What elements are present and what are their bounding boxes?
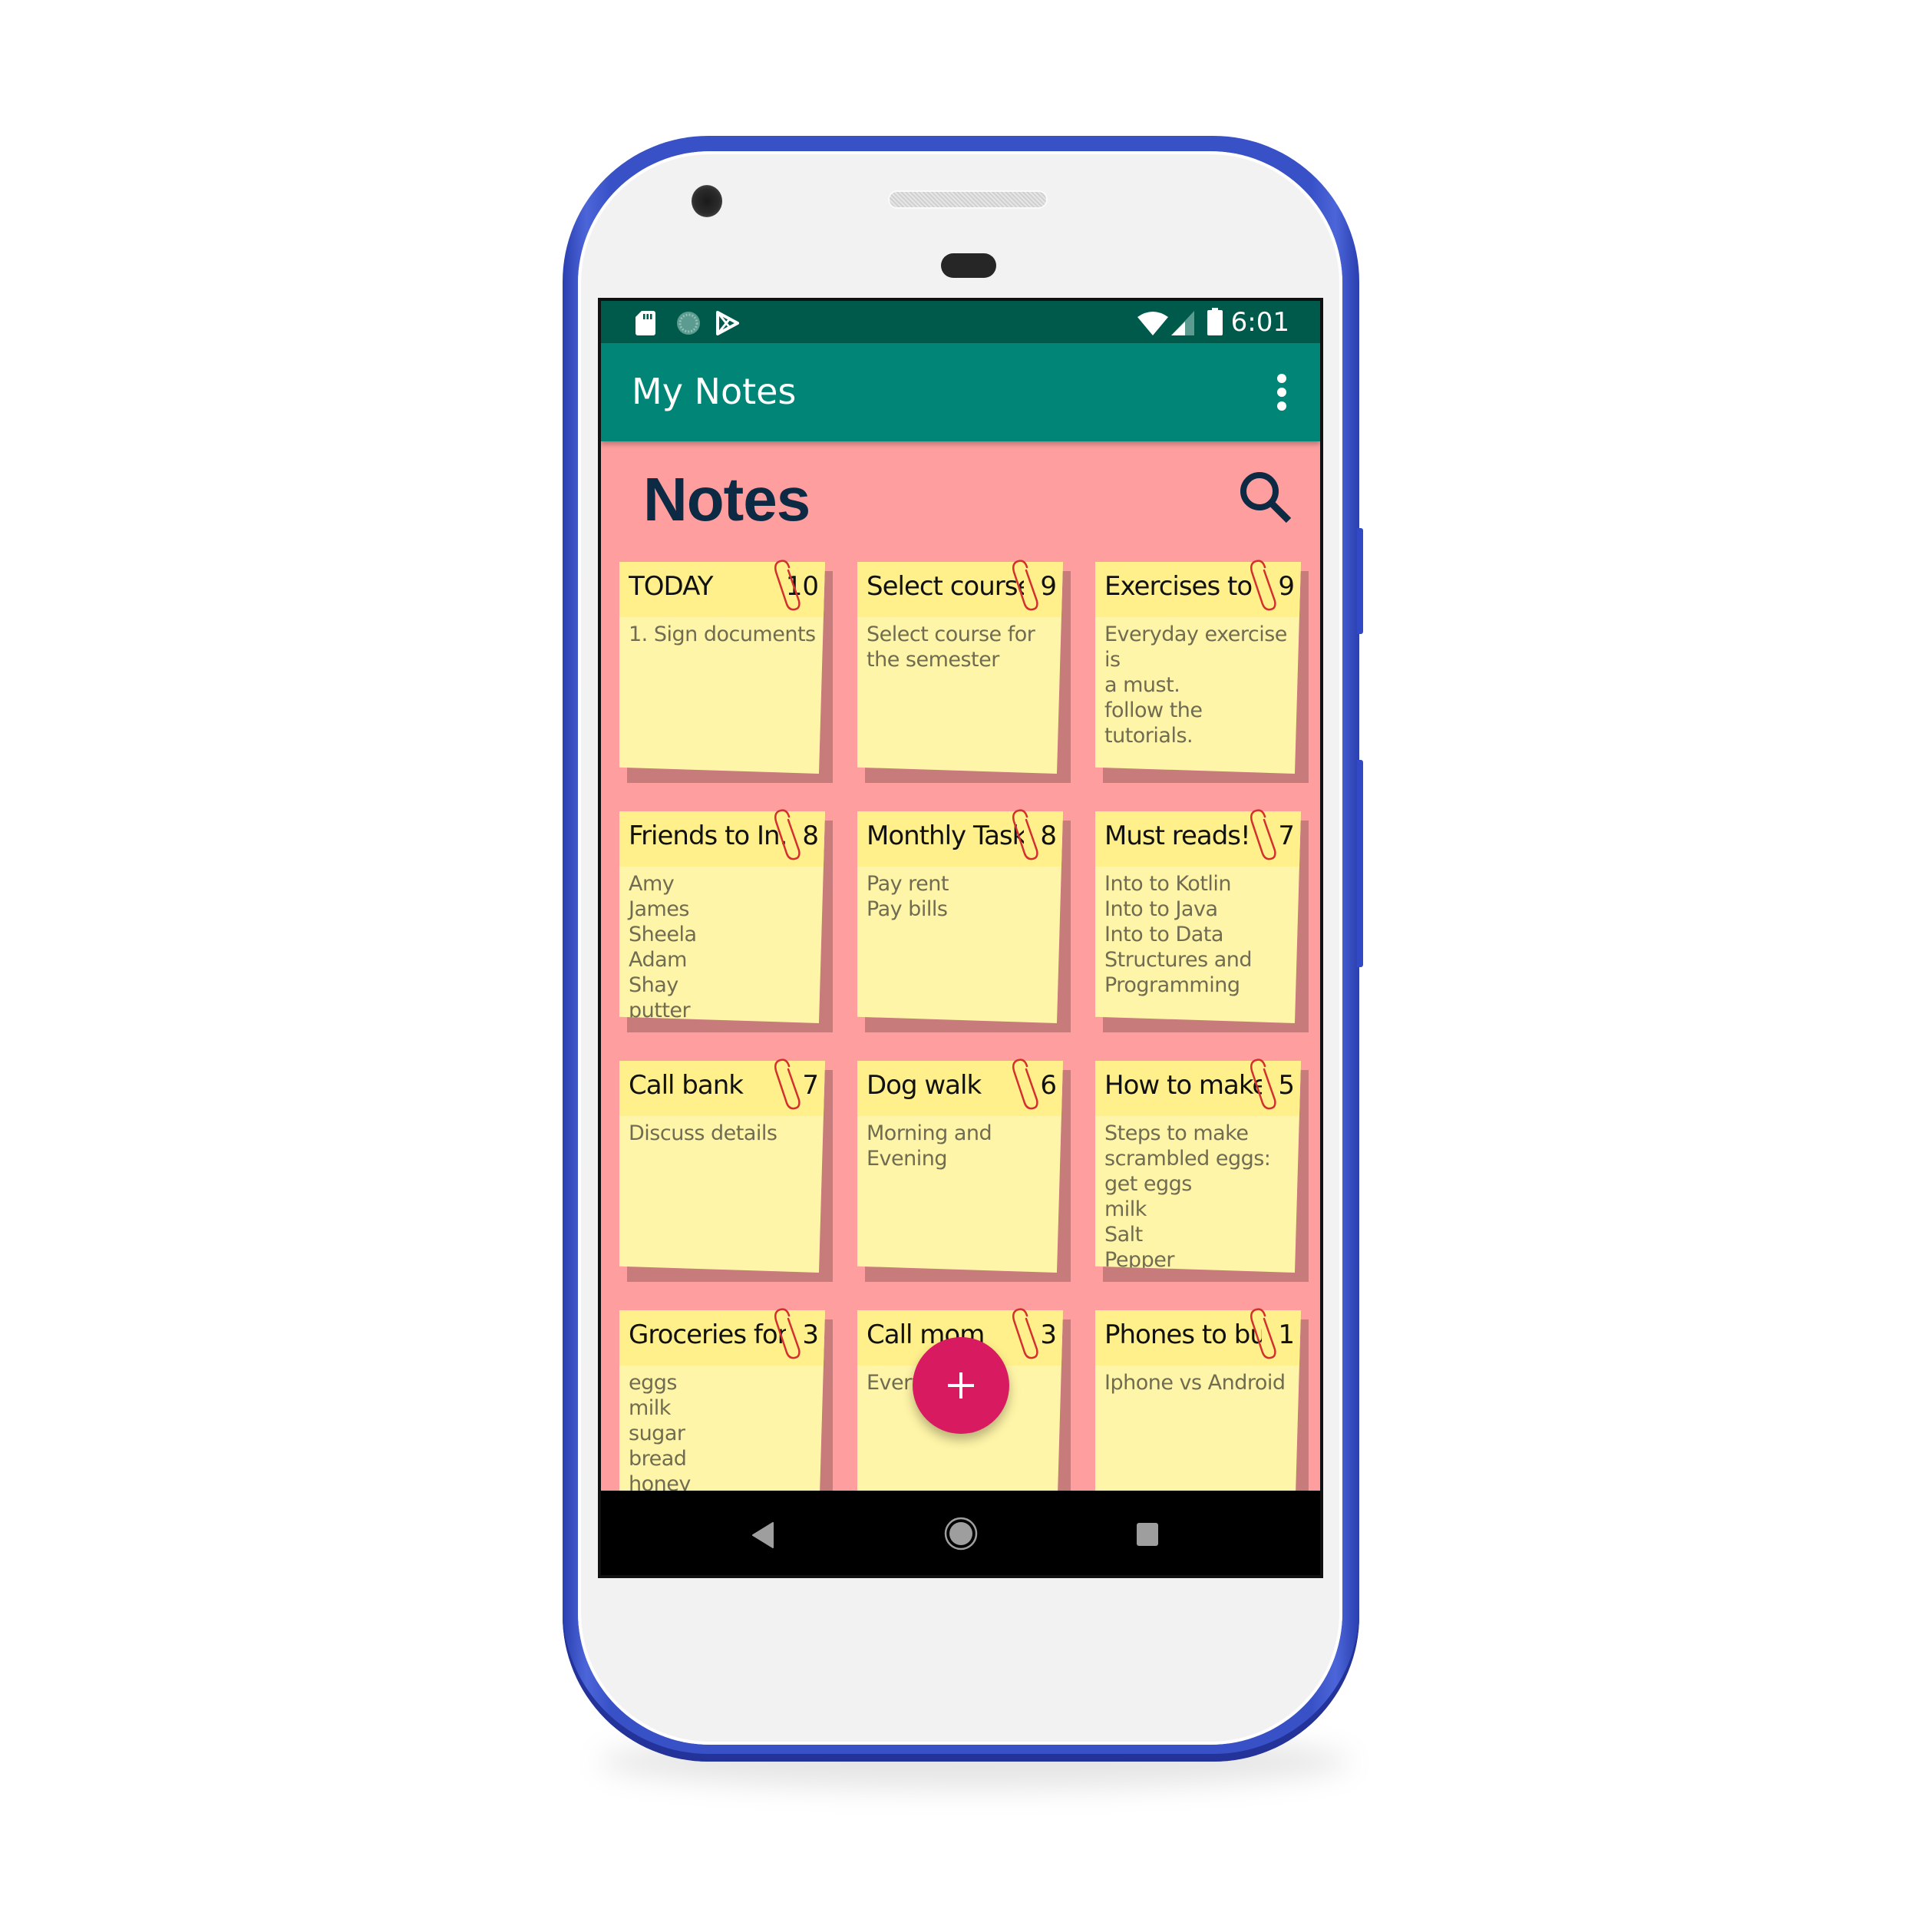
paperclip-icon (774, 1058, 801, 1110)
note-body: Amy James Sheela Adam Shay putter (629, 872, 697, 1022)
paperclip-icon (774, 809, 801, 860)
note-card[interactable]: Select course 9 Select course for the seme… (857, 560, 1071, 783)
note-body: Discuss details (629, 1121, 777, 1145)
note-title: Dog walk (867, 1070, 982, 1101)
note-count: 1 (1278, 1319, 1295, 1350)
note-title: Groceries for... (629, 1319, 786, 1350)
note-count: 8 (802, 821, 819, 851)
note-body: eggs milk sugar bread honey (629, 1371, 691, 1496)
note-count: 6 (1040, 1070, 1057, 1101)
note-card[interactable]: TODAY 10 1. Sign documents (619, 560, 833, 783)
earpiece-speaker (890, 192, 1046, 207)
note-count: 5 (1278, 1070, 1295, 1101)
note-body: Steps to make scrambled eggs: get eggs m… (1104, 1121, 1271, 1272)
note-card[interactable]: Must reads! 7 Into to Kotlin Into to Java … (1095, 809, 1309, 1032)
note-title: How to make... (1104, 1070, 1262, 1101)
note-title: Friends to In... (629, 821, 786, 851)
volume-button (1357, 760, 1363, 967)
home-icon[interactable] (944, 1517, 978, 1551)
note-card[interactable]: Exercises to ... 9 Everyday exercise is a … (1095, 560, 1309, 783)
paperclip-icon (1012, 560, 1038, 611)
note-card[interactable]: Monthly Tasks 8 Pay rent Pay bills (857, 809, 1071, 1032)
note-count: 3 (802, 1319, 819, 1350)
note-card[interactable]: Dog walk 6 Morning and Evening (857, 1058, 1071, 1282)
back-icon[interactable] (751, 1522, 776, 1548)
screen: 6:01 My Notes Notes TODAY 10 1. Sign docum… (601, 301, 1320, 1575)
paperclip-icon (1012, 809, 1038, 860)
note-count: 7 (802, 1070, 819, 1101)
paperclip-icon (774, 1308, 801, 1359)
proximity-sensor (941, 253, 996, 278)
note-title: Monthly Tasks (867, 821, 1024, 851)
note-card[interactable]: Friends to In... 8 Amy James Sheela Adam S… (619, 809, 833, 1032)
app-title: My Notes (632, 371, 797, 412)
note-title: Exercises to ... (1104, 571, 1262, 602)
recents-icon[interactable] (1136, 1522, 1159, 1547)
note-title: Phones to buy (1104, 1319, 1262, 1350)
note-body: Pay rent Pay bills (867, 872, 949, 921)
paperclip-icon (1012, 1308, 1038, 1359)
note-card[interactable]: Call bank 7 Discuss details (619, 1058, 833, 1282)
paperclip-icon (1012, 1058, 1038, 1110)
note-count: 9 (1278, 571, 1295, 602)
note-count: 8 (1040, 821, 1057, 851)
paperclip-icon (1250, 1058, 1276, 1110)
note-count: 9 (1040, 571, 1057, 602)
note-body: 1. Sign documents (629, 623, 816, 646)
note-title: TODAY (629, 571, 714, 602)
add-note-button[interactable] (913, 1337, 1009, 1434)
note-count: 3 (1040, 1319, 1057, 1350)
paperclip-icon (1250, 1308, 1276, 1359)
note-card[interactable]: How to make... 5Steps to make scrambled e… (1095, 1058, 1309, 1282)
note-title: Call bank (629, 1070, 744, 1101)
note-title: Select course (867, 571, 1024, 602)
note-body: Into to Kotlin Into to Java Into to Data… (1104, 872, 1253, 997)
paperclip-icon (1250, 809, 1276, 860)
note-body: Everyday exercise is a must. follow the … (1104, 623, 1287, 748)
paperclip-icon (1250, 560, 1276, 611)
note-body: Select course for the semester (867, 623, 1035, 672)
app-toolbar: My Notes (601, 343, 1320, 441)
plus-icon (948, 1372, 974, 1399)
navigation-bar (601, 1491, 1320, 1575)
note-body: Morning and Evening (867, 1121, 992, 1171)
power-button (1357, 528, 1363, 634)
note-title: Must reads! (1104, 821, 1251, 851)
paperclip-icon (774, 560, 801, 611)
front-camera-icon (692, 185, 722, 217)
more-vert-icon[interactable] (1274, 374, 1289, 411)
note-body: Iphone vs Android (1104, 1371, 1286, 1395)
note-count: 7 (1278, 821, 1295, 851)
